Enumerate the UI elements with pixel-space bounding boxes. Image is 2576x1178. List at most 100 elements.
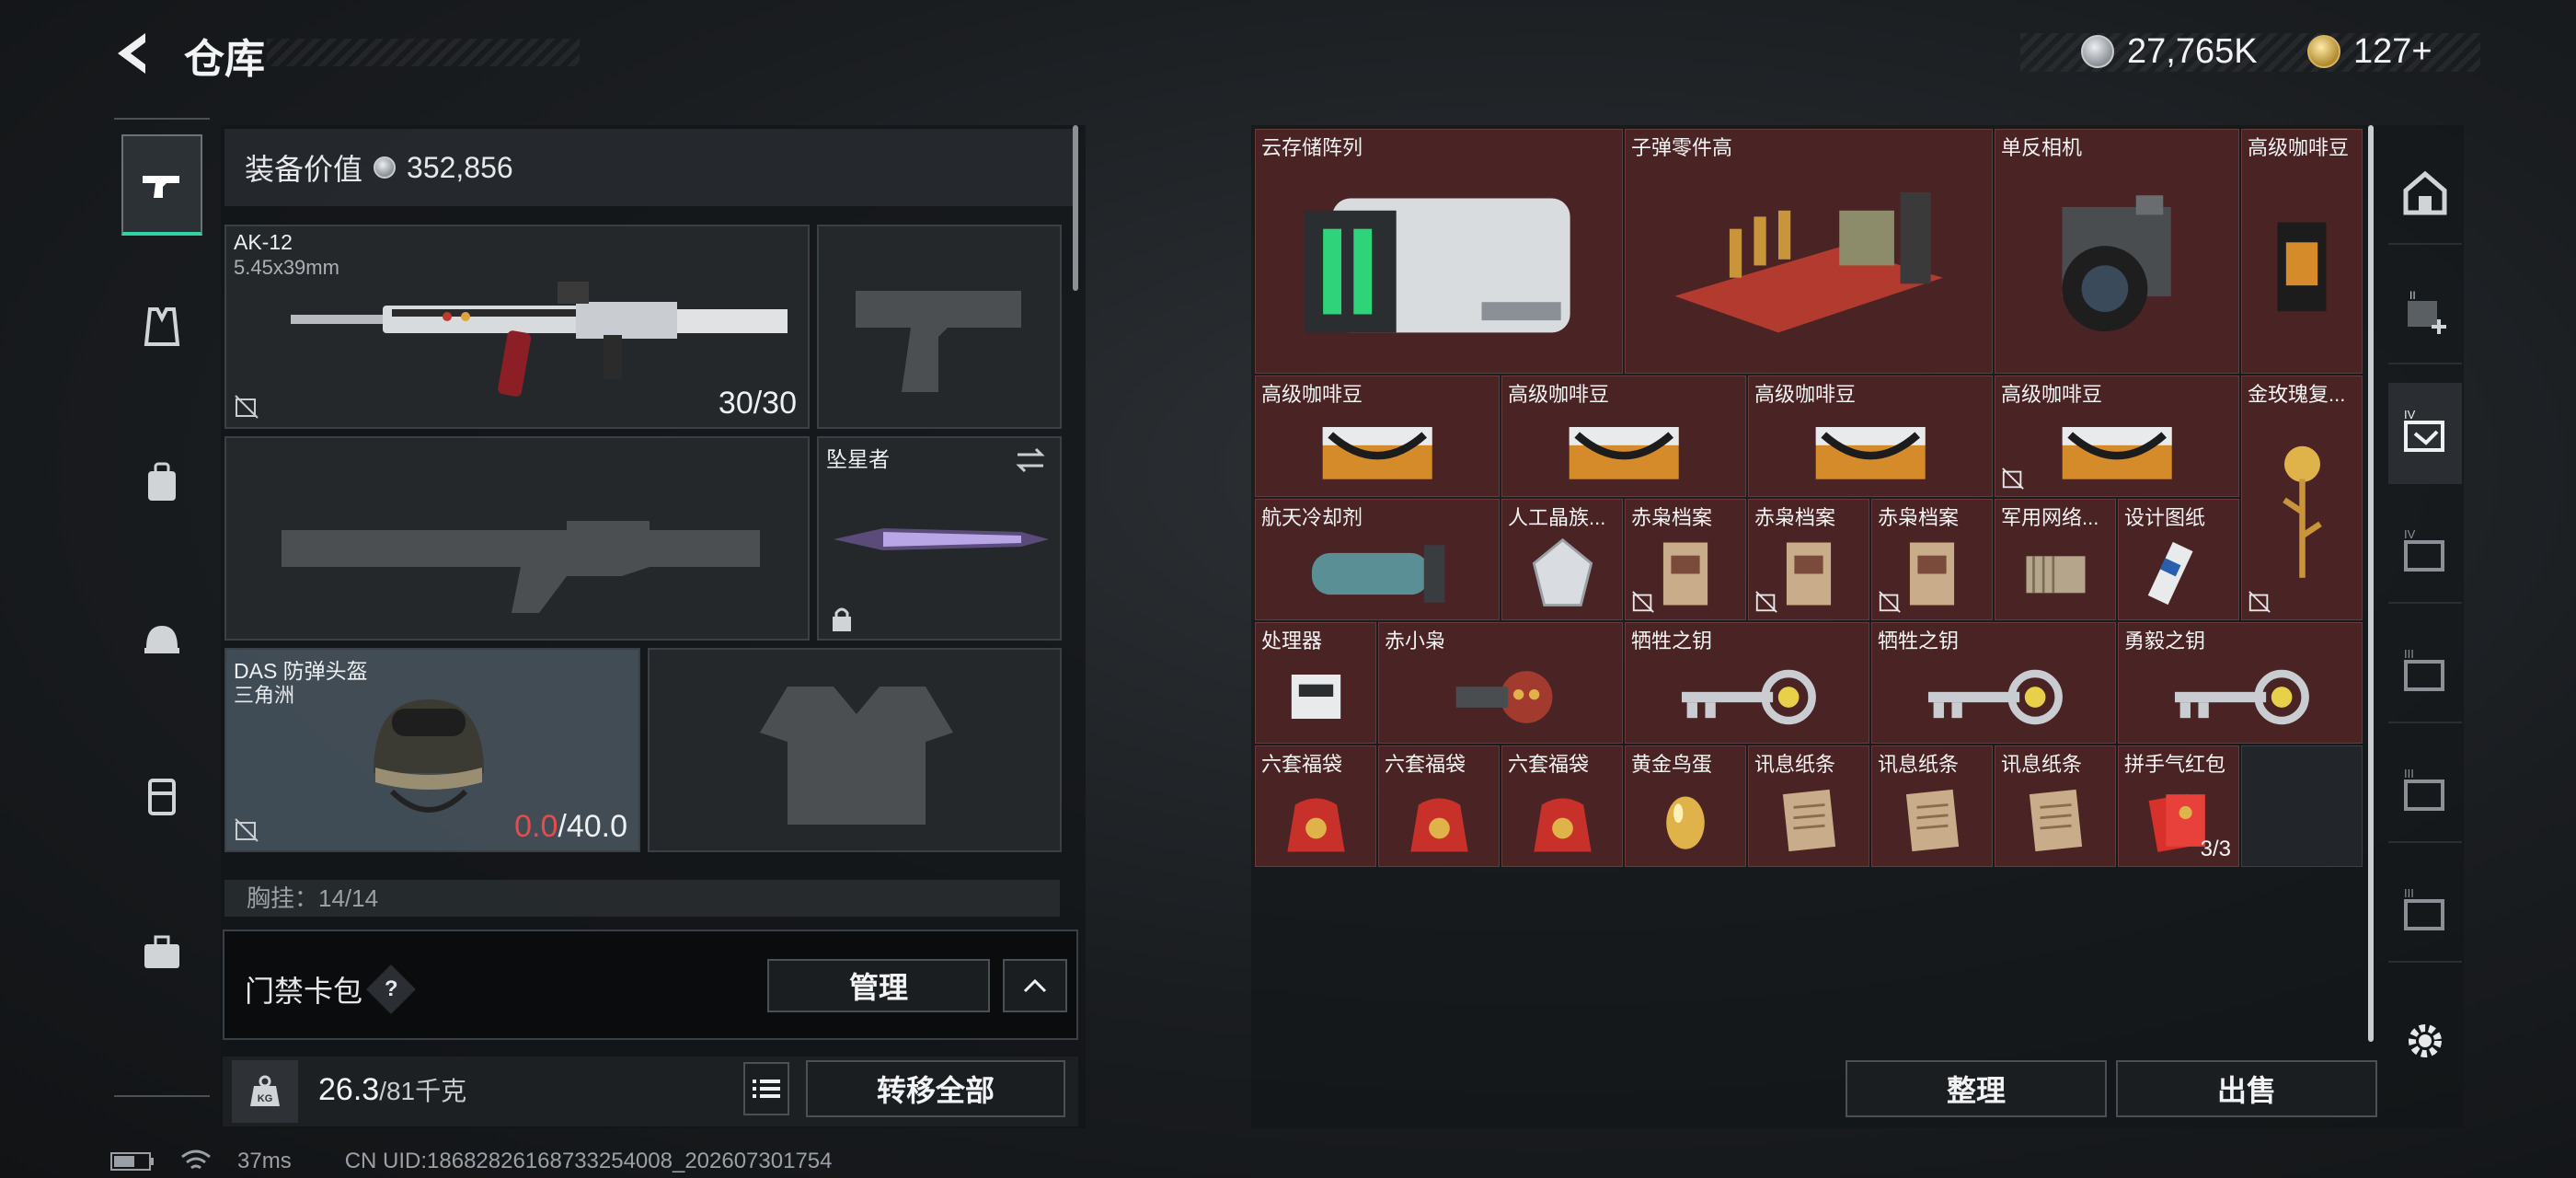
helmet-slot[interactable]: DAS 防弹头盔 三角洲 0.0/40.0 xyxy=(224,648,640,852)
stash-item[interactable]: 六套福袋 xyxy=(1378,745,1500,867)
stash-item[interactable]: 航天冷却剂 xyxy=(1255,499,1500,620)
equipment-scrollbar[interactable] xyxy=(1073,125,1078,291)
stash-item-name: 赤枭档案 xyxy=(1754,506,1836,529)
stash-item[interactable]: 赤枭档案 xyxy=(1748,499,1869,620)
silver-coin-icon xyxy=(2081,35,2114,68)
tab-page-4[interactable]: IV xyxy=(2388,383,2462,484)
stash-item[interactable]: 云存储阵列 xyxy=(1255,129,1623,374)
sell-button[interactable]: 出售 xyxy=(2116,1060,2377,1117)
tab-all[interactable] xyxy=(2388,144,2462,245)
armor-placeholder-icon xyxy=(760,687,953,825)
helmet-durability: 0.0/40.0 xyxy=(514,809,627,844)
stash-item[interactable]: 人工晶族... xyxy=(1501,499,1623,620)
ammo-count: 30/30 xyxy=(718,386,797,421)
no-insure-icon xyxy=(2248,591,2271,613)
tab-add-page[interactable]: II xyxy=(2388,263,2462,364)
stash-item[interactable]: 处理器 xyxy=(1255,622,1376,744)
stash-item-name: 处理器 xyxy=(1261,629,1323,653)
primary-weapon-slot[interactable]: AK-12 5.45x39mm 30/30 xyxy=(224,225,810,429)
currency-silver[interactable]: 27,765K xyxy=(2081,28,2258,75)
paper-note-icon xyxy=(1872,774,1992,866)
network-module-icon xyxy=(1995,527,2115,619)
nav-case[interactable] xyxy=(121,902,202,1003)
sort-button[interactable]: 整理 xyxy=(1846,1060,2107,1117)
stash-item-name: 高级咖啡豆 xyxy=(2001,383,2103,406)
stash-item[interactable]: 六套福袋 xyxy=(1501,745,1623,867)
tab-page-3[interactable]: III xyxy=(2388,622,2462,723)
stash-item[interactable]: 赤小枭 xyxy=(1378,622,1623,744)
stash-item[interactable]: 讯息纸条 xyxy=(1748,745,1869,867)
back-arrow-icon[interactable] xyxy=(109,28,160,79)
tab-page-3c[interactable]: III xyxy=(2388,861,2462,963)
stash-item[interactable]: 赤枭档案 xyxy=(1871,499,1993,620)
weight-kg-icon: KG xyxy=(232,1060,298,1123)
coffee-box-icon xyxy=(1995,404,2238,496)
vest-icon xyxy=(144,307,180,346)
stash-item[interactable]: 高级咖啡豆 xyxy=(1501,375,1746,497)
nav-chest-rig[interactable] xyxy=(121,745,202,847)
stash-item[interactable]: 金玫瑰复... xyxy=(2241,375,2363,620)
stash-item[interactable]: 拼手气红包 3/3 xyxy=(2118,745,2239,867)
stash-item[interactable]: 牺牲之钥 xyxy=(1625,622,1869,744)
stash-item[interactable]: 军用网络... xyxy=(1995,499,2116,620)
stash-item[interactable]: 牺牲之钥 xyxy=(1871,622,2116,744)
stash-item[interactable]: 讯息纸条 xyxy=(1995,745,2116,867)
stash-item[interactable]: 高级咖啡豆 xyxy=(1995,375,2239,497)
equipment-value: 352,856 xyxy=(407,150,513,184)
stash-item-name: 六套福袋 xyxy=(1385,753,1466,776)
owl-figure-icon xyxy=(1379,651,1622,743)
stash-item[interactable]: 单反相机 xyxy=(1995,129,2239,374)
stash-item[interactable]: 子弹零件高 xyxy=(1625,129,1993,374)
stash-empty-slot[interactable] xyxy=(2241,745,2363,867)
settings-button[interactable] xyxy=(2388,990,2462,1091)
stash-item-name: 牺牲之钥 xyxy=(1631,629,1713,653)
tab-page-3b[interactable]: III xyxy=(2388,742,2462,843)
sidearm-slot[interactable] xyxy=(817,225,1062,429)
stash-item-name: 六套福袋 xyxy=(1261,753,1343,776)
stash-item[interactable]: 高级咖啡豆 xyxy=(1748,375,1993,497)
status-bar: 37ms CN UID:18682826168733254008_2026073… xyxy=(110,1149,833,1174)
help-icon[interactable]: ? xyxy=(366,964,416,1014)
paper-note-icon xyxy=(1749,774,1869,866)
tab-page-4b[interactable]: IV xyxy=(2388,502,2462,604)
stash-item-name: 赤枭档案 xyxy=(1878,506,1960,529)
swap-icon[interactable] xyxy=(1014,445,1047,475)
secondary-weapon-slot[interactable] xyxy=(224,436,810,641)
stash-scrollbar[interactable] xyxy=(2368,125,2374,1042)
briefcase-icon xyxy=(144,935,179,968)
helmet-origin: 三角洲 xyxy=(234,684,295,707)
melee-slot[interactable]: 坠星者 xyxy=(817,436,1062,641)
manage-button[interactable]: 管理 xyxy=(767,959,990,1012)
helmet-icon xyxy=(144,626,179,653)
transfer-all-button[interactable]: 转移全部 xyxy=(806,1060,1065,1117)
stash-item[interactable]: 高级咖啡豆 xyxy=(2241,129,2363,374)
stash-item[interactable]: 六套福袋 xyxy=(1255,745,1376,867)
currency-gold[interactable]: 127+ xyxy=(2307,28,2432,75)
stash-item[interactable]: 勇毅之钥 xyxy=(2118,622,2363,744)
stash-item[interactable]: 高级咖啡豆 xyxy=(1255,375,1500,497)
nav-backpack[interactable] xyxy=(121,433,202,534)
stash-page-icon: III xyxy=(2404,647,2444,691)
list-view-button[interactable] xyxy=(743,1062,789,1115)
stash-item-name: 军用网络... xyxy=(2001,506,2099,529)
nav-weapons[interactable] xyxy=(121,134,202,236)
no-insure-icon xyxy=(2002,468,2024,490)
stash-item[interactable]: 赤枭档案 xyxy=(1625,499,1746,620)
stash-item[interactable]: 讯息纸条 xyxy=(1871,745,1993,867)
collapse-button[interactable] xyxy=(1003,959,1067,1012)
coffee-box-icon xyxy=(1749,404,1992,496)
coffee-box-icon xyxy=(1256,404,1499,496)
body-armor-slot[interactable] xyxy=(648,648,1062,852)
stash-item-name: 高级咖啡豆 xyxy=(2248,136,2350,159)
nav-helmet[interactable] xyxy=(121,589,202,690)
nav-armor[interactable] xyxy=(121,276,202,377)
equipment-value-label: 装备价值 xyxy=(245,153,363,186)
stash-item[interactable]: 黄金鸟蛋 xyxy=(1625,745,1746,867)
key-icon xyxy=(2119,651,2362,743)
stash-item-name: 航天冷却剂 xyxy=(1261,506,1363,529)
stash-item-name: 赤小枭 xyxy=(1385,629,1446,653)
stash-item[interactable]: 设计图纸 xyxy=(2118,499,2239,620)
stash-item-name: 赤枭档案 xyxy=(1631,506,1713,529)
stash-item-name: 拼手气红包 xyxy=(2124,753,2226,776)
key-icon xyxy=(1872,651,2115,743)
